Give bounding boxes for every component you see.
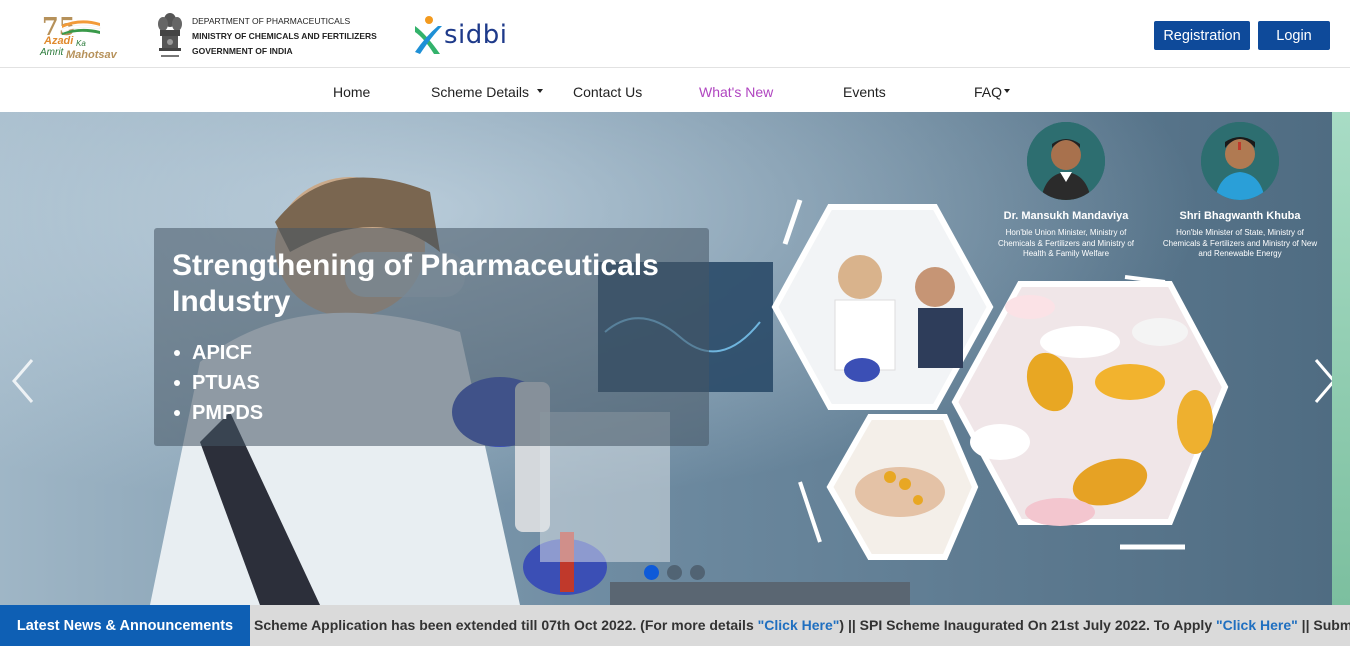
national-emblem-icon[interactable] (154, 10, 186, 62)
news-ticker: Latest News & Announcements Scheme Appli… (0, 605, 1350, 646)
ticker-click-here-link[interactable]: "Click Here" (1216, 617, 1298, 633)
nav-contact-us[interactable]: Contact Us (573, 84, 642, 100)
sidbi-logo[interactable]: sidbi (412, 14, 522, 56)
carousel-indicator[interactable] (644, 565, 659, 580)
nav-scheme-details-label: Scheme Details (431, 84, 530, 100)
page-bottom (0, 646, 1350, 654)
minister-card: Dr. Mansukh Mandaviya Hon'ble Union Mini… (986, 122, 1146, 260)
hero-carousel: Strengthening of Pharmaceuticals Industr… (0, 112, 1332, 605)
carousel-prev-arrow-icon[interactable] (8, 356, 38, 406)
ministry-line: MINISTRY OF CHEMICALS AND FERTILIZERS (192, 31, 377, 41)
nav-whats-new[interactable]: What's New (699, 84, 773, 100)
login-button[interactable]: Login (1258, 21, 1330, 50)
sidbi-wordmark: sidbi (444, 20, 508, 50)
sidbi-x-icon (415, 16, 442, 54)
minister-role: Hon'ble Union Minister, Ministry of Chem… (997, 228, 1135, 258)
minister-role: Hon'ble Minister of State, Ministry of C… (1162, 228, 1318, 258)
department-line: DEPARTMENT OF PHARMACEUTICALS (192, 16, 351, 26)
chevron-down-icon (1004, 89, 1011, 94)
slide-caption: Strengthening of Pharmaceuticals Industr… (154, 228, 709, 446)
minister-portrait-icon (1027, 122, 1105, 200)
next-slide-peek (1332, 112, 1350, 605)
ticker-marquee: Scheme Application has been extended til… (254, 617, 1350, 633)
minister-name: Dr. Mansukh Mandaviya (1003, 210, 1129, 222)
ticker-text: Scheme Application has been extended til… (254, 617, 758, 633)
minister-name: Shri Bhagwanth Khuba (1179, 210, 1301, 222)
carousel-indicator[interactable] (667, 565, 682, 580)
carousel-indicators (644, 565, 705, 580)
ticker-click-here-link[interactable]: "Click Here" (758, 617, 840, 633)
logo-text-amrit: Amrit (40, 47, 64, 58)
slide-bullet: PMPDS (172, 398, 691, 428)
minister-photo (1027, 122, 1105, 200)
slide-bullet: PTUAS (172, 368, 691, 398)
minister-photo (1201, 122, 1279, 200)
ticker-text: ) || SPI Scheme Inaugurated On 21st July… (839, 617, 1216, 633)
chevron-down-icon (537, 89, 544, 94)
nav-home[interactable]: Home (333, 84, 370, 100)
azadi-ka-amrit-mahotsav-logo[interactable]: 75 Azadi Ka Amrit Mahotsav (38, 12, 120, 62)
nav-scheme-details[interactable]: Scheme Details (431, 84, 544, 100)
top-header: 75 Azadi Ka Amrit Mahotsav DEPARTMENT OF… (0, 0, 1350, 68)
ticker-text: || Submission of AP (1301, 617, 1350, 633)
main-nav: Home Scheme Details Contact Us What's Ne… (0, 68, 1350, 112)
flag-swoosh-icon (61, 20, 101, 35)
nav-faq-label: FAQ (974, 84, 1003, 100)
carousel-indicator[interactable] (690, 565, 705, 580)
nav-faq[interactable]: FAQ (974, 84, 1011, 100)
slide-title: Strengthening of Pharmaceuticals Industr… (172, 249, 659, 318)
minister-portrait-icon (1201, 122, 1279, 200)
minister-card: Shri Bhagwanth Khuba Hon'ble Minister of… (1160, 122, 1320, 260)
ticker-label: Latest News & Announcements (0, 605, 250, 646)
department-name: DEPARTMENT OF PHARMACEUTICALS MINISTRY O… (192, 14, 377, 59)
carousel-next-arrow-icon[interactable] (1310, 356, 1332, 406)
logo-text-azadi: Azadi (44, 35, 74, 47)
government-line: GOVERNMENT OF INDIA (192, 46, 293, 56)
logo-text-ka: Ka (76, 39, 86, 48)
slide-bullet-list: APICF PTUAS PMPDS (172, 338, 691, 428)
nav-events[interactable]: Events (843, 84, 886, 100)
registration-button[interactable]: Registration (1154, 21, 1250, 50)
logo-text-mahotsav: Mahotsav (66, 49, 117, 61)
slide-bullet: APICF (172, 338, 691, 368)
